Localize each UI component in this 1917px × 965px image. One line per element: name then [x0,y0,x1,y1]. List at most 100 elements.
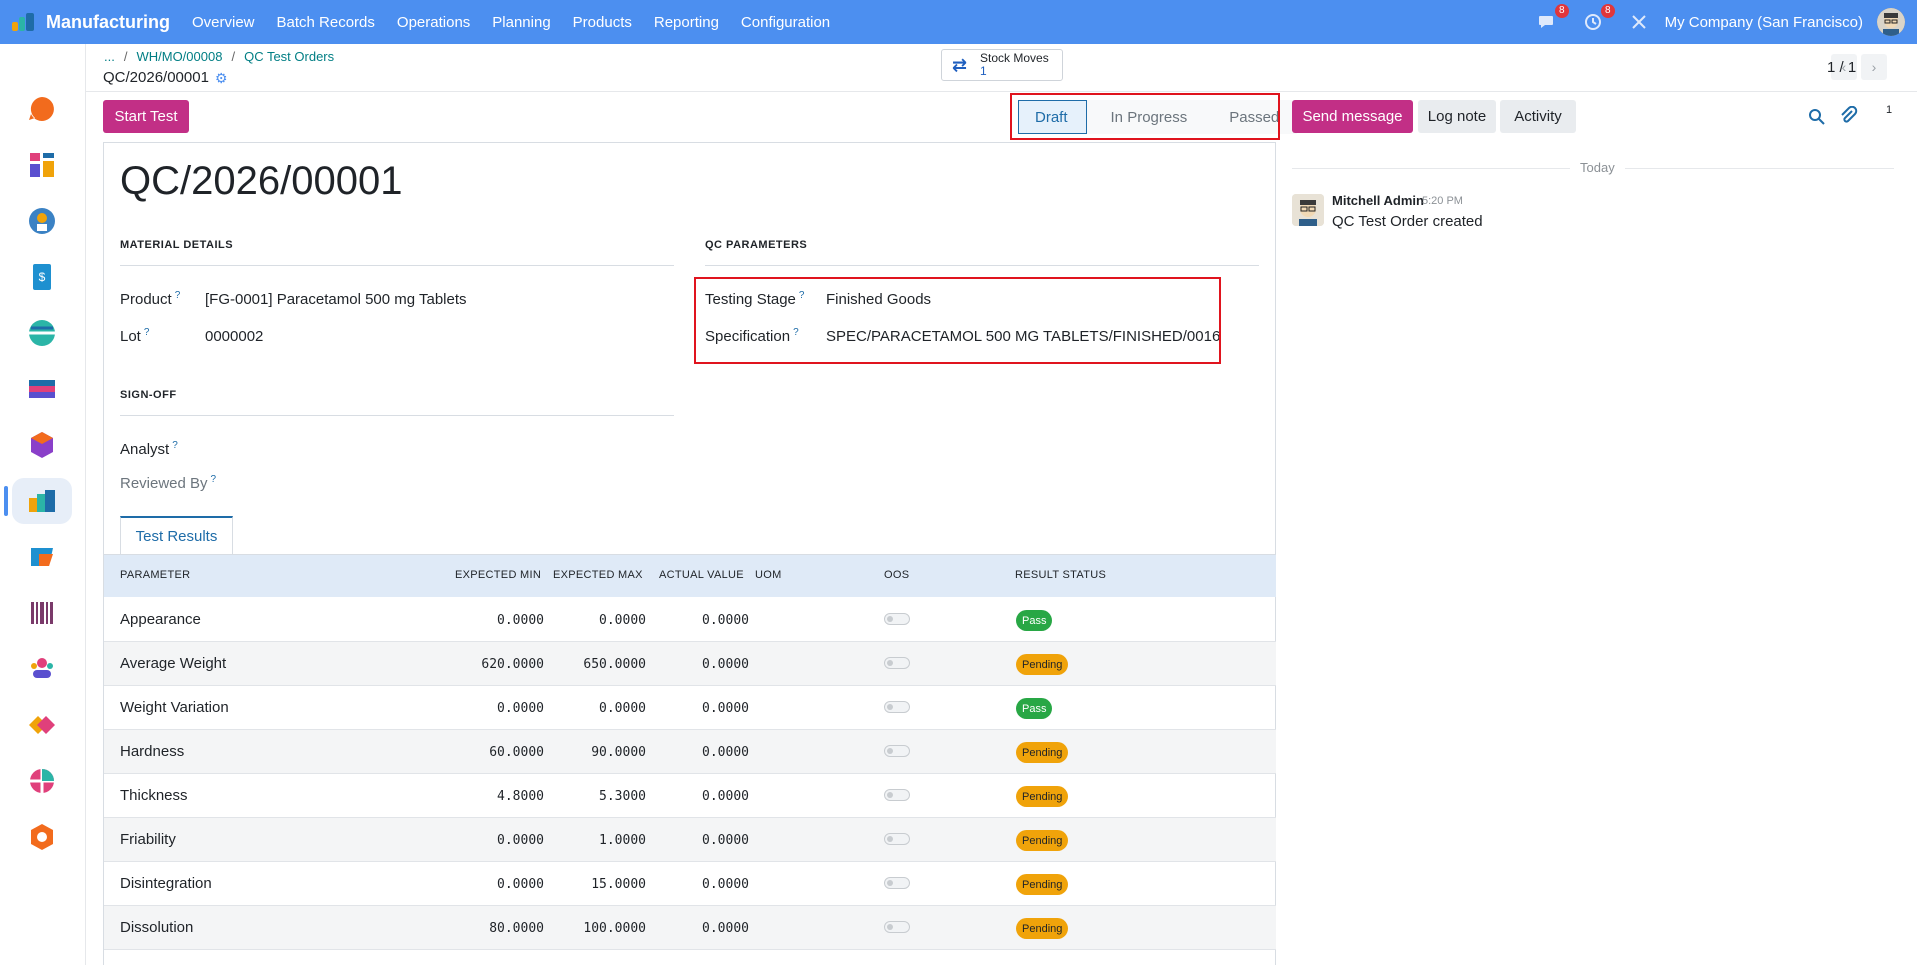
start-test-button[interactable]: Start Test [103,100,189,133]
manufacturing-app-icon[interactable] [25,484,59,518]
breadcrumb-manufacturing-order[interactable]: WH/MO/00008 [136,49,222,64]
svg-text:$: $ [39,270,46,284]
oos-toggle[interactable] [884,921,910,933]
company-switcher[interactable]: My Company (San Francisco) [1665,14,1863,31]
oos-toggle[interactable] [884,833,910,845]
apps-app-icon[interactable] [25,708,59,742]
result-status-badge: Pending [1016,918,1069,939]
pager-value[interactable]: 1 / 1 [1827,59,1856,76]
table-row[interactable]: Average Weight 620.0000 650.0000 0.0000 … [104,642,1276,686]
pager-next-icon[interactable]: › [1861,54,1887,80]
barcode-app-icon[interactable] [25,596,59,630]
expected-min-cell: 0.0000 [497,701,544,716]
odoo-app-icon[interactable] [25,820,59,854]
message-author-avatar[interactable] [1292,194,1324,226]
stock-moves-button[interactable]: ⇄ Stock Moves 1 [941,49,1063,81]
message-author[interactable]: Mitchell Admin [1332,193,1424,208]
dashboard-app-icon[interactable] [25,148,59,182]
debug-tools-button[interactable] [1627,10,1651,34]
actual-value-cell: 0.0000 [702,657,749,672]
oos-toggle[interactable] [884,613,910,625]
clock-icon [1584,14,1601,30]
send-message-button[interactable]: Send message [1292,100,1413,133]
attachments-count: 1 [1886,104,1893,116]
activity-button[interactable]: Activity [1500,100,1576,133]
messages-button[interactable]: 8 [1535,4,1569,34]
table-row[interactable]: Weight Variation 0.0000 0.0000 0.0000 Pa… [104,686,1276,730]
analyst-label: Analyst? [120,440,178,458]
table-row[interactable]: Dissolution 80.0000 100.0000 0.0000 Pend… [104,906,1276,950]
log-note-button[interactable]: Log note [1418,100,1496,133]
menu-overview[interactable]: Overview [192,14,255,31]
column-result-status[interactable]: RESULT STATUS [1015,569,1106,581]
result-status-badge: Pending [1016,654,1069,675]
apps-sidebar: $ [0,44,86,965]
column-uom[interactable]: UOM [755,569,782,581]
gear-icon[interactable]: ⚙ [215,71,229,85]
user-avatar[interactable] [1877,8,1905,36]
result-status-badge: Pass [1016,610,1053,631]
parameter-cell: Thickness [120,787,188,804]
column-parameter[interactable]: PARAMETER [120,569,190,581]
table-row[interactable]: Hardness 60.0000 90.0000 0.0000 Pending [104,730,1276,774]
column-oos[interactable]: OOS [884,569,909,581]
stock-moves-count: 1 [980,64,987,78]
oos-toggle[interactable] [884,701,910,713]
column-actual-value[interactable]: ACTUAL VALUE [659,569,744,581]
quality-app-icon[interactable] [25,540,59,574]
paperclip-icon[interactable] [1840,106,1858,126]
menu-operations[interactable]: Operations [397,14,470,31]
result-status-badge: Pending [1016,830,1069,851]
table-row[interactable]: Friability 0.0000 1.0000 0.0000 Pending [104,818,1276,862]
breadcrumb-ellipsis[interactable]: ... [104,49,115,64]
material-details-heading: MATERIAL DETAILS [120,239,234,251]
tab-test-results[interactable]: Test Results [120,516,233,555]
website-app-icon[interactable] [25,316,59,350]
column-expected-min[interactable]: EXPECTED MIN [455,569,541,581]
app-brand[interactable]: Manufacturing [10,0,192,44]
record-title: QC/2026/00001 [120,159,403,203]
expected-max-cell: 1.0000 [599,833,646,848]
settings-app-icon[interactable] [25,764,59,798]
product-value[interactable]: [FG-0001] Paracetamol 500 mg Tablets [205,291,467,308]
employees-app-icon[interactable] [25,652,59,686]
oos-toggle[interactable] [884,745,910,757]
qc-parameters-heading: QC PARAMETERS [705,239,808,251]
products-app-icon[interactable] [25,428,59,462]
column-expected-max[interactable]: EXPECTED MAX [553,569,643,581]
message-time: 5:20 PM [1422,195,1463,207]
expected-min-cell: 0.0000 [497,877,544,892]
actual-value-cell: 0.0000 [702,745,749,760]
control-panel: ... / WH/MO/00008 / QC Test Orders QC/20… [86,44,1917,92]
oos-toggle[interactable] [884,789,910,801]
table-row[interactable]: Appearance 0.0000 0.0000 0.0000 Pass [104,598,1276,642]
discuss-app-icon[interactable] [25,92,59,126]
table-row[interactable]: Thickness 4.8000 5.3000 0.0000 Pending [104,774,1276,818]
oos-toggle[interactable] [884,657,910,669]
table-row[interactable]: Disintegration 0.0000 15.0000 0.0000 Pen… [104,862,1276,906]
expected-max-cell: 0.0000 [599,613,646,628]
lot-value[interactable]: 0000002 [205,328,263,345]
breadcrumb-qc-test-orders[interactable]: QC Test Orders [244,49,334,64]
menu-batch-records[interactable]: Batch Records [277,14,375,31]
menu-reporting[interactable]: Reporting [654,14,719,31]
oos-toggle[interactable] [884,877,910,889]
actual-value-cell: 0.0000 [702,833,749,848]
parameter-cell: Dissolution [120,919,194,936]
actual-value-cell: 0.0000 [702,921,749,936]
highlight-box-qc-parameters [694,277,1221,364]
menu-configuration[interactable]: Configuration [741,14,830,31]
parameter-cell: Average Weight [120,655,227,672]
record-name: QC/2026/00001 ⚙ [103,69,229,86]
menu-products[interactable]: Products [573,14,632,31]
expected-min-cell: 0.0000 [497,833,544,848]
invoicing-app-icon[interactable]: $ [25,260,59,294]
expected-min-cell: 4.8000 [497,789,544,804]
expected-min-cell: 0.0000 [497,613,544,628]
activities-button[interactable]: 8 [1581,4,1615,34]
breadcrumb-current: QC/2026/00001 [103,69,209,86]
search-icon[interactable] [1808,108,1826,126]
inventory-app-icon[interactable] [25,372,59,406]
menu-planning[interactable]: Planning [492,14,550,31]
helpdesk-app-icon[interactable] [25,204,59,238]
